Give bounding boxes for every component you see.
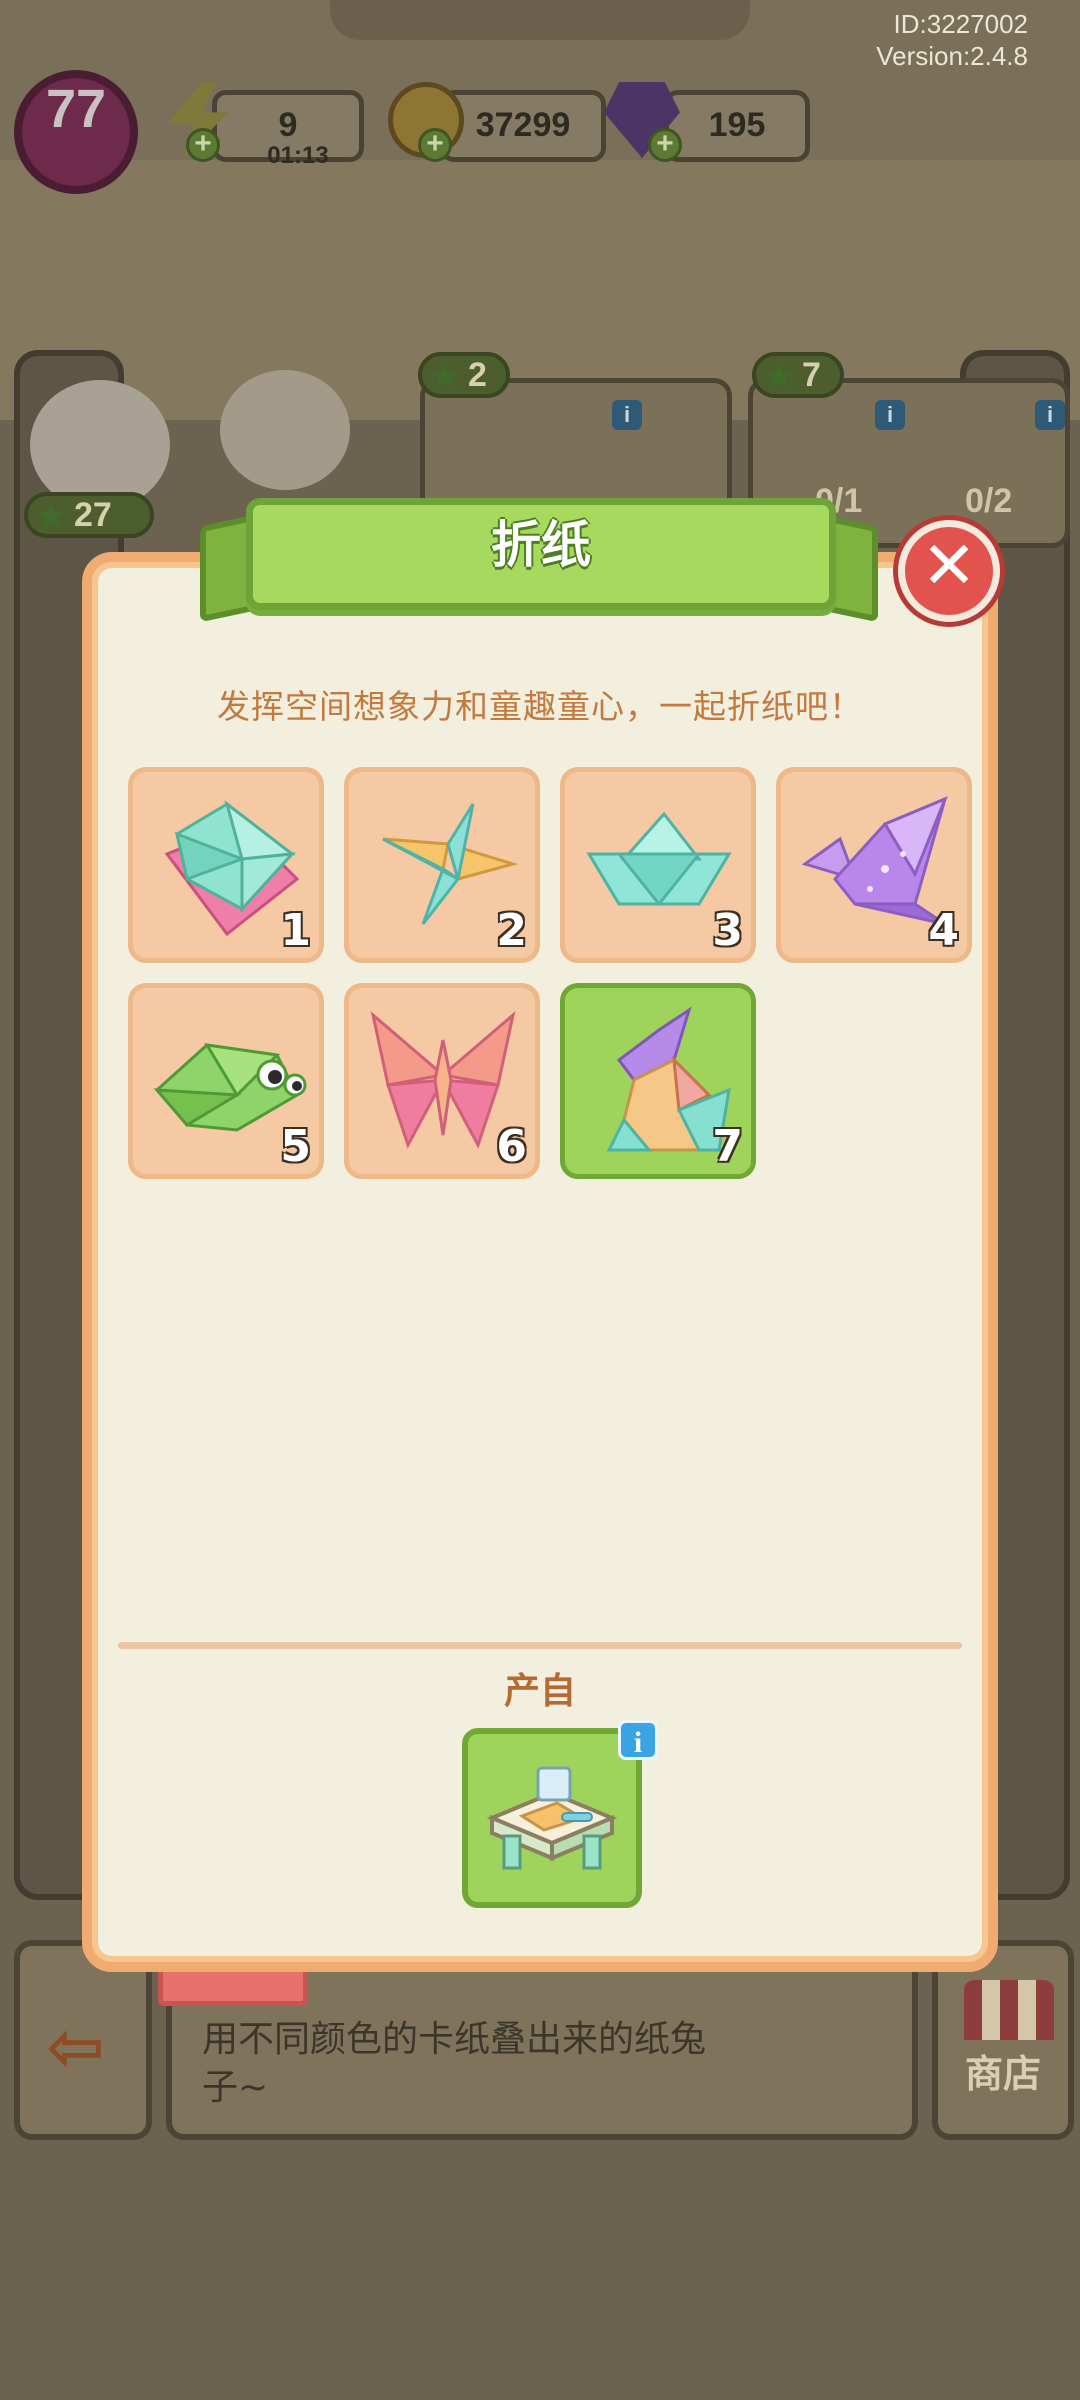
- item-description-text: 用不同颜色的卡纸叠出来的纸兔子~: [202, 2019, 707, 2108]
- add-energy-button[interactable]: +: [186, 128, 220, 162]
- origami-item-7[interactable]: 7: [560, 983, 756, 1179]
- modal-divider: [118, 1642, 962, 1649]
- source-crafting-table[interactable]: [462, 1728, 642, 1908]
- close-button[interactable]: ✕: [898, 520, 1000, 622]
- gem-counter[interactable]: 195: [664, 90, 810, 162]
- modal-subtitle: 发挥空间想象力和童趣童心，一起折纸吧！: [217, 687, 863, 726]
- origami-item-5[interactable]: 5: [128, 983, 324, 1179]
- player-level-value: 77: [45, 79, 107, 139]
- origami-item-2[interactable]: 2: [344, 767, 540, 963]
- modal-title: 折纸: [491, 516, 591, 574]
- title-ribbon: 折纸: [246, 498, 836, 610]
- origami-item-3[interactable]: 3: [560, 767, 756, 963]
- source-info-button[interactable]: i: [618, 1720, 658, 1760]
- background-lamp: [330, 0, 750, 40]
- coin-value: 37299: [475, 106, 571, 144]
- add-gems-button[interactable]: +: [648, 128, 682, 162]
- close-icon: ✕: [921, 527, 977, 604]
- item-number: 1: [280, 905, 311, 956]
- info-icon: i: [1035, 400, 1065, 430]
- app-version: Version:2.4.8: [876, 41, 1028, 71]
- background-star-badge: ★ 2: [418, 352, 510, 398]
- background-star-badge: ★ 27: [24, 492, 154, 538]
- duck-worker-character: [30, 380, 170, 510]
- item-number: 5: [280, 1121, 311, 1172]
- shop-label: 商店: [964, 2052, 1041, 2096]
- item-number: 6: [496, 1121, 527, 1172]
- info-icon: i: [612, 400, 642, 430]
- duck-grandma-character: [220, 370, 350, 490]
- background-star-badge: ★ 7: [752, 352, 844, 398]
- source-label: 产自: [503, 1671, 576, 1712]
- origami-collection-modal: 发挥空间想象力和童趣童心，一起折纸吧！ 1 2 3 4 5 6 7 产自 i: [82, 552, 998, 1972]
- item-number: 2: [496, 905, 527, 956]
- star-icon: ★: [36, 498, 66, 534]
- origami-item-4[interactable]: 4: [776, 767, 972, 963]
- star-icon: ★: [430, 358, 460, 394]
- add-coins-button[interactable]: +: [418, 128, 452, 162]
- crafting-table-icon: [486, 1766, 618, 1870]
- item-number: 3: [712, 905, 743, 956]
- exit-arrow-icon: ⇦: [46, 2006, 105, 2088]
- item-number: 7: [712, 1121, 743, 1172]
- info-icon: i: [875, 400, 905, 430]
- shop-awning-icon: [964, 1980, 1054, 2040]
- energy-value: 9: [278, 106, 298, 144]
- origami-item-6[interactable]: 6: [344, 983, 540, 1179]
- coin-counter[interactable]: 37299: [440, 90, 606, 162]
- gem-value: 195: [708, 106, 766, 144]
- player-level-badge[interactable]: 77: [14, 70, 138, 194]
- star-icon: ★: [764, 358, 794, 394]
- energy-timer: 01:13: [267, 142, 329, 169]
- item-number: 4: [928, 905, 959, 956]
- build-info: ID:3227002 Version:2.4.8: [876, 8, 1028, 72]
- origami-item-1[interactable]: 1: [128, 767, 324, 963]
- player-id: ID:3227002: [893, 9, 1028, 39]
- order-progress-count: 0/2: [965, 482, 1013, 520]
